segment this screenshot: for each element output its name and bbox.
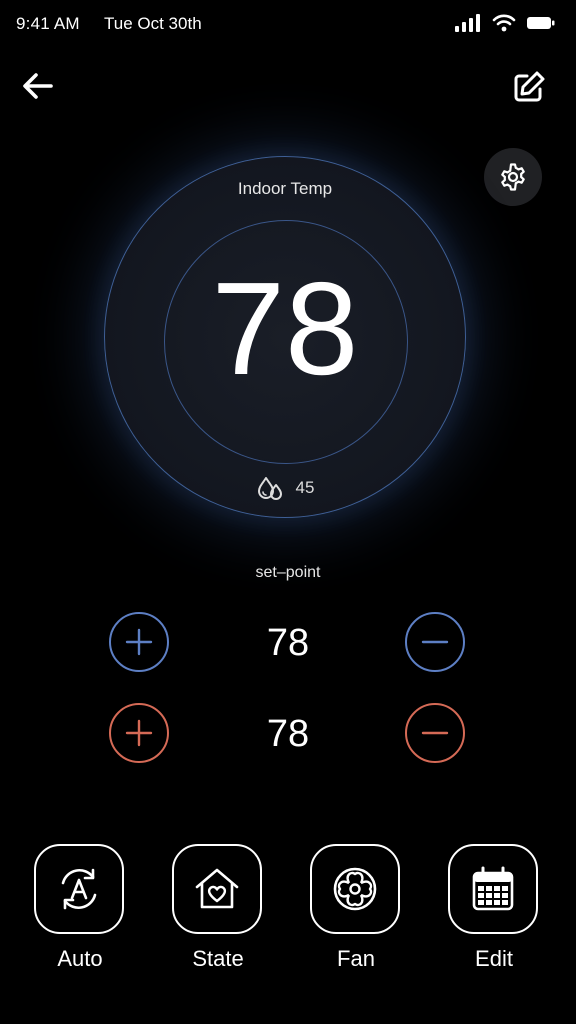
mode-fan-tile[interactable] [310,844,400,934]
temperature-dial: Indoor Temp 78 45 [104,156,466,518]
indoor-temp-label: Indoor Temp [237,179,333,198]
indoor-temp-value: 78 [211,255,359,402]
mode-auto-button[interactable]: Auto [34,844,126,972]
minus-icon [421,640,449,644]
cellular-signal-icon [455,14,480,32]
heat-setpoint-value: 78 [266,713,310,755]
fan-icon [333,867,377,911]
calendar-icon [472,866,514,911]
heat-decrease-button[interactable] [405,703,465,763]
droplets-icon [257,477,282,500]
arrow-left-icon [23,73,53,99]
heat-setpoint-row: 78 [0,703,576,767]
back-button[interactable] [18,66,58,106]
home-heart-icon [195,868,239,909]
mode-auto-tile[interactable] [34,844,124,934]
mode-fan-button[interactable]: Fan [310,844,402,972]
status-date: Tue Oct 30th [104,14,202,33]
minus-icon [421,731,449,735]
mode-state-tile[interactable] [172,844,262,934]
mode-bar: Auto State Fan Edit [0,844,576,984]
status-time: 9:41 AM [16,14,80,33]
cool-decrease-button[interactable] [405,612,465,672]
cool-setpoint-row: 78 [0,612,576,676]
settings-button[interactable] [484,148,542,206]
humidity-readout: 45 [105,475,465,501]
setpoint-label: set–point [255,564,321,581]
auto-cycle-icon [61,868,97,910]
cool-setpoint-value: 78 [266,622,310,664]
wifi-icon [492,14,516,32]
mode-edit-button[interactable]: Edit [448,844,540,972]
edit-button[interactable] [508,66,550,108]
mode-state-label: State [192,946,244,971]
status-bar: 9:41 AM Tue Oct 30th [0,0,576,48]
edit-square-icon [514,71,545,102]
mode-auto-label: Auto [57,946,103,971]
mode-state-button[interactable]: State [172,844,264,972]
mode-fan-label: Fan [337,946,375,971]
mode-edit-label: Edit [475,946,513,971]
mode-edit-tile[interactable] [448,844,538,934]
gear-icon [501,163,525,191]
humidity-value: 45 [295,478,315,497]
status-icons [454,14,556,32]
battery-icon [527,17,555,29]
